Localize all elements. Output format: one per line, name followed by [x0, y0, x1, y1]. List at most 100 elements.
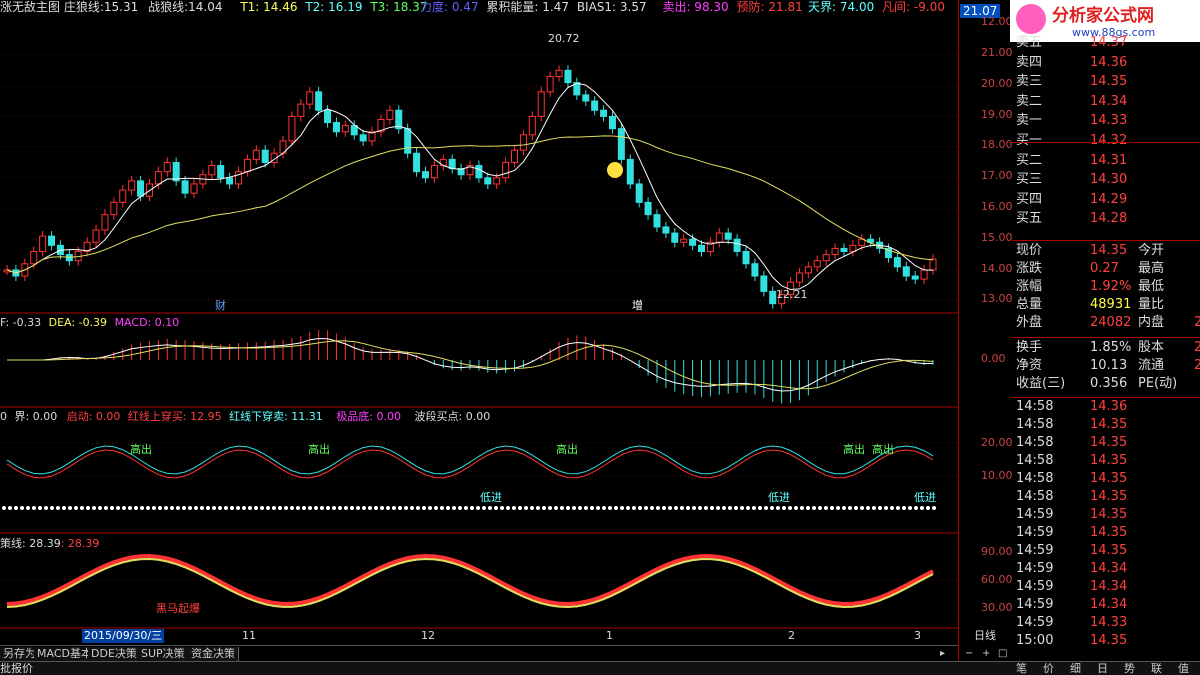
baseline-dot [686, 506, 690, 510]
axis-label: 14.00 [981, 262, 1013, 275]
candle-body [893, 257, 901, 268]
row-key-2: 最低 [1138, 279, 1165, 294]
tick-row: 14:59 14.34 [1012, 596, 1200, 614]
baseline-dot [632, 506, 636, 510]
row-value: 14.35 [1090, 471, 1128, 486]
baseline-dot [374, 506, 378, 510]
baseline-dot [572, 506, 576, 510]
candle-body [795, 272, 803, 283]
baseline-dot [836, 506, 840, 510]
row-value: 1.85% [1090, 340, 1132, 355]
baseline-dot [470, 506, 474, 510]
baseline-dot [380, 506, 384, 510]
panel-tab[interactable]: 联 [1151, 662, 1162, 675]
candle-body [751, 263, 759, 277]
row-key: 14:59 [1016, 507, 1054, 522]
candle-body [430, 165, 438, 179]
baseline-dot [896, 506, 900, 510]
row-key: 14:59 [1016, 579, 1054, 594]
baseline-dot [488, 506, 492, 510]
baseline-dot [734, 506, 738, 510]
candle-body [537, 91, 545, 117]
tab-fund[interactable]: 资金决策 [188, 647, 239, 661]
baseline-dot [296, 506, 300, 510]
baseline-dot [116, 506, 120, 510]
baseline-dot [320, 506, 324, 510]
row-key: 14:59 [1016, 615, 1054, 630]
baseline-dot [920, 506, 924, 510]
candle-body [626, 158, 634, 185]
panel-tab[interactable]: 值 [1178, 662, 1189, 675]
heima-label: 黑马起爆 [156, 602, 200, 615]
quote-stats-2: 换手 1.85% 股本 2 净资 10.13 流通 2 收益(三) 0.356 PE(动) [1012, 338, 1200, 396]
baseline-dot [26, 506, 30, 510]
panel-tab[interactable]: 日 [1097, 662, 1108, 675]
zoom-out-icon[interactable]: − [965, 648, 973, 659]
baseline-dot [344, 506, 348, 510]
candle-body [698, 244, 705, 252]
baseline-dot [248, 506, 252, 510]
baseline-dot [494, 506, 498, 510]
axis-label: 0.00 [981, 352, 1006, 365]
baseline-dot [458, 506, 462, 510]
panel-tab[interactable]: 细 [1070, 662, 1081, 675]
row-value: 14.34 [1090, 579, 1128, 594]
candle-body [226, 177, 234, 185]
baseline-dot [140, 506, 144, 510]
stat-row: 外盘 24082 内盘 2 [1012, 314, 1200, 332]
baseline-dot [440, 506, 444, 510]
candle-body [653, 214, 661, 228]
order-book-row: 卖一 14.33 [1012, 112, 1200, 130]
baseline-dot [422, 506, 426, 510]
restore-icon[interactable]: □ [998, 648, 1007, 659]
baseline-dot [722, 506, 726, 510]
tick-row: 14:58 14.35 [1012, 452, 1200, 470]
baseline-dot [392, 506, 396, 510]
candle-body [546, 75, 554, 93]
zoom-in-icon[interactable]: + [982, 648, 990, 659]
baseline-dot [854, 506, 858, 510]
axis-label: 21.00 [981, 46, 1013, 59]
baseline-dot [926, 506, 930, 510]
candle-body [831, 247, 839, 256]
candle-body [528, 115, 536, 136]
candle-body [404, 128, 412, 154]
baseline-dot [326, 506, 330, 510]
row-key: 14:59 [1016, 543, 1054, 558]
baseline-dot [656, 506, 660, 510]
baseline-dot [866, 506, 870, 510]
baseline-dot [410, 506, 414, 510]
candle-body [30, 250, 38, 265]
candle-body [306, 91, 314, 105]
candle-body [324, 109, 332, 124]
bottom-bar: 批报价 笔 价 细 日 势 联 值 [0, 661, 1200, 675]
panel-tab[interactable]: 势 [1124, 662, 1135, 675]
tab-dde[interactable]: DDE决策 [88, 647, 141, 661]
baseline-dot [824, 506, 828, 510]
row-value: 14.31 [1090, 152, 1128, 168]
row-value: 14.36 [1090, 54, 1128, 70]
panel-tab[interactable]: 价 [1043, 662, 1054, 675]
axis-label: 19.00 [981, 108, 1013, 121]
candle-body [359, 134, 367, 142]
bottom-left-label: 批报价 [0, 662, 33, 675]
zeng-marker: 增 [632, 299, 643, 312]
baseline-dot [542, 506, 546, 510]
tab-macd[interactable]: MACD基本 [34, 647, 96, 661]
tick-row: 14:59 14.34 [1012, 560, 1200, 578]
tab-sup[interactable]: SUP决策 [138, 647, 189, 661]
panel-tab[interactable]: 笔 [1016, 662, 1027, 675]
candle-body [591, 100, 599, 111]
row-value-2: 2 [1194, 358, 1200, 373]
tick-list: 14:58 14.36 14:58 14.35 14:58 14.35 14:58 14.35… [1012, 398, 1200, 660]
axis-label: 20.00 [981, 436, 1013, 449]
candle-body [564, 69, 572, 84]
scroll-right-icon[interactable]: ▸ [940, 648, 945, 659]
baseline-dot [878, 506, 882, 510]
baseline-dot [98, 506, 102, 510]
candle-body [902, 266, 910, 277]
baseline-dot [404, 506, 408, 510]
axis-label: 20.00 [981, 77, 1013, 90]
axis-label: 60.00 [981, 573, 1013, 586]
axis-label: 10.00 [981, 469, 1013, 482]
